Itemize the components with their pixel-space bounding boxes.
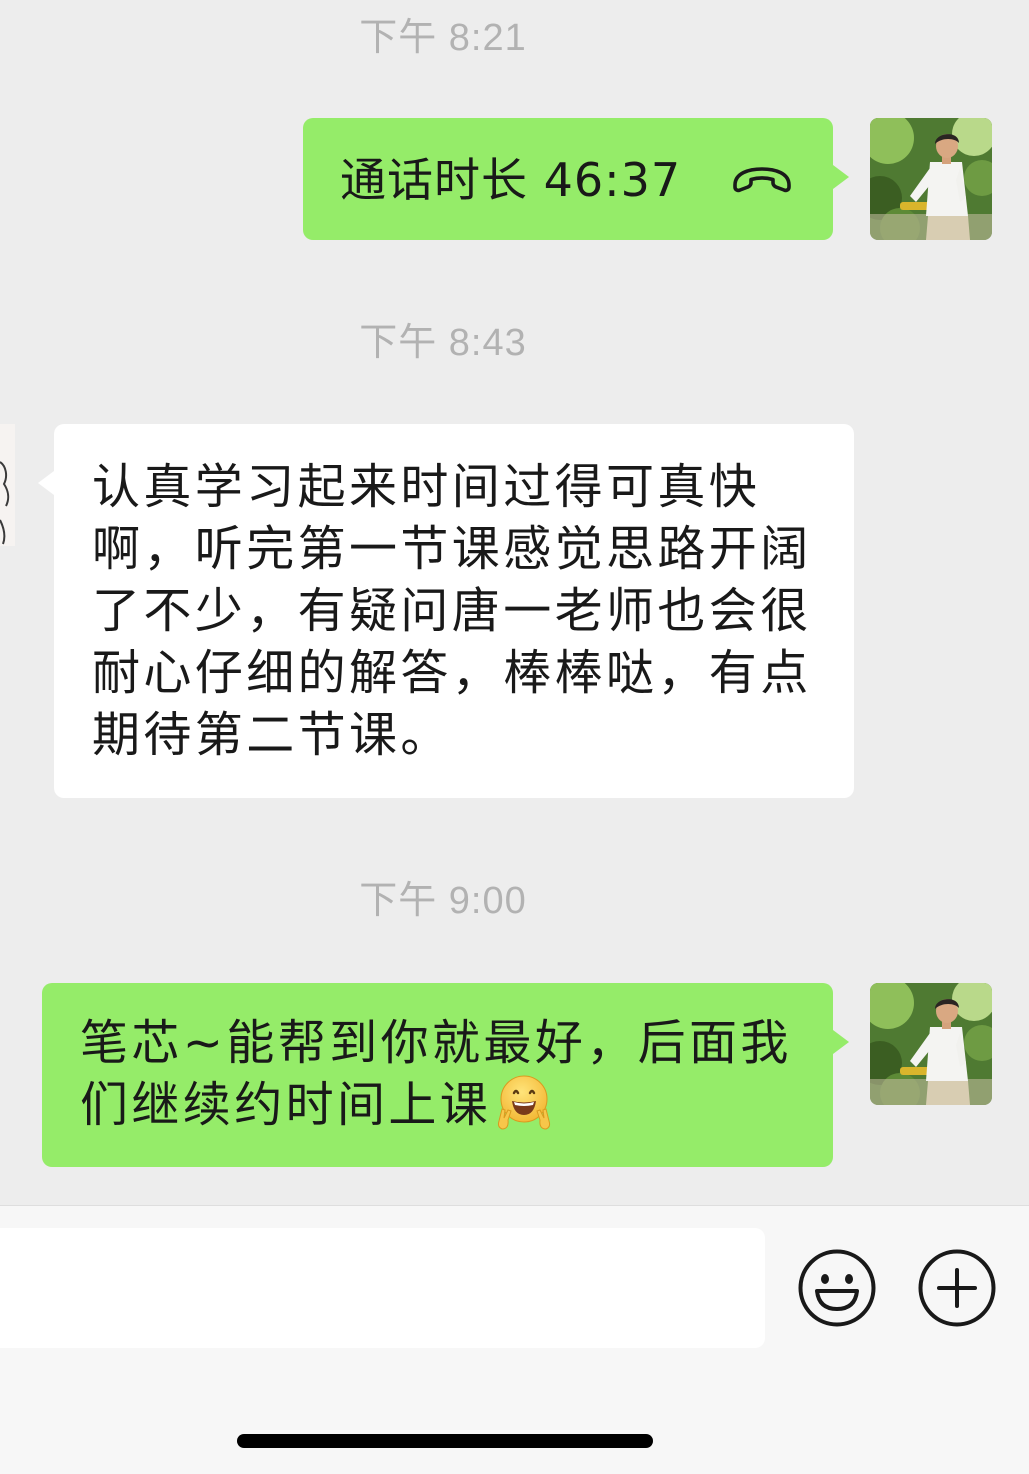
my-avatar[interactable]	[870, 983, 992, 1105]
call-record-bubble[interactable]: 通话时长 46:37	[303, 118, 849, 240]
bubble-tail	[833, 165, 849, 189]
phone-hangup-icon	[731, 165, 793, 199]
smiley-icon	[798, 1249, 876, 1327]
outgoing-message-bubble[interactable]: 笔芯~能帮到你就最好，后面我 们继续约时间上课	[42, 983, 849, 1167]
incoming-message-bubble[interactable]: 认真学习起来时间过得可真快 啊，听完第一节课感觉思路开阔 了不少，有疑问唐一老师…	[38, 424, 854, 798]
call-duration-text: 通话时长 46:37	[340, 153, 682, 207]
message-line: 认真学习起来时间过得可真快	[92, 459, 761, 515]
timestamp: 下午 9:00	[359, 880, 527, 922]
grinning-peace-hands-emoji-icon	[498, 1075, 551, 1130]
message-line: 啊，听完第一节课感觉思路开阔	[92, 521, 812, 577]
my-avatar[interactable]	[870, 118, 992, 240]
emoji-button[interactable]	[797, 1248, 877, 1328]
message-line-text: 们继续约时间上课	[80, 1077, 492, 1133]
plus-circle-icon	[918, 1249, 996, 1327]
timestamp: 下午 8:43	[359, 322, 527, 364]
message-line: 耐心仔细的解答，棒棒哒，有点	[92, 645, 812, 701]
message-line: 了不少，有疑问唐一老师也会很	[92, 583, 812, 639]
timestamp: 下午 8:21	[359, 17, 527, 59]
message-line: 们继续约时间上课	[80, 1074, 795, 1136]
bubble-tail	[38, 471, 54, 495]
contact-avatar[interactable]	[0, 424, 15, 546]
message-line: 笔芯~能帮到你就最好，后面我	[80, 1015, 792, 1071]
home-indicator	[237, 1434, 653, 1448]
message-input[interactable]	[0, 1228, 765, 1348]
message-line: 期待第二节课。	[92, 707, 452, 763]
bubble-tail	[833, 1030, 849, 1054]
more-button[interactable]	[917, 1248, 997, 1328]
